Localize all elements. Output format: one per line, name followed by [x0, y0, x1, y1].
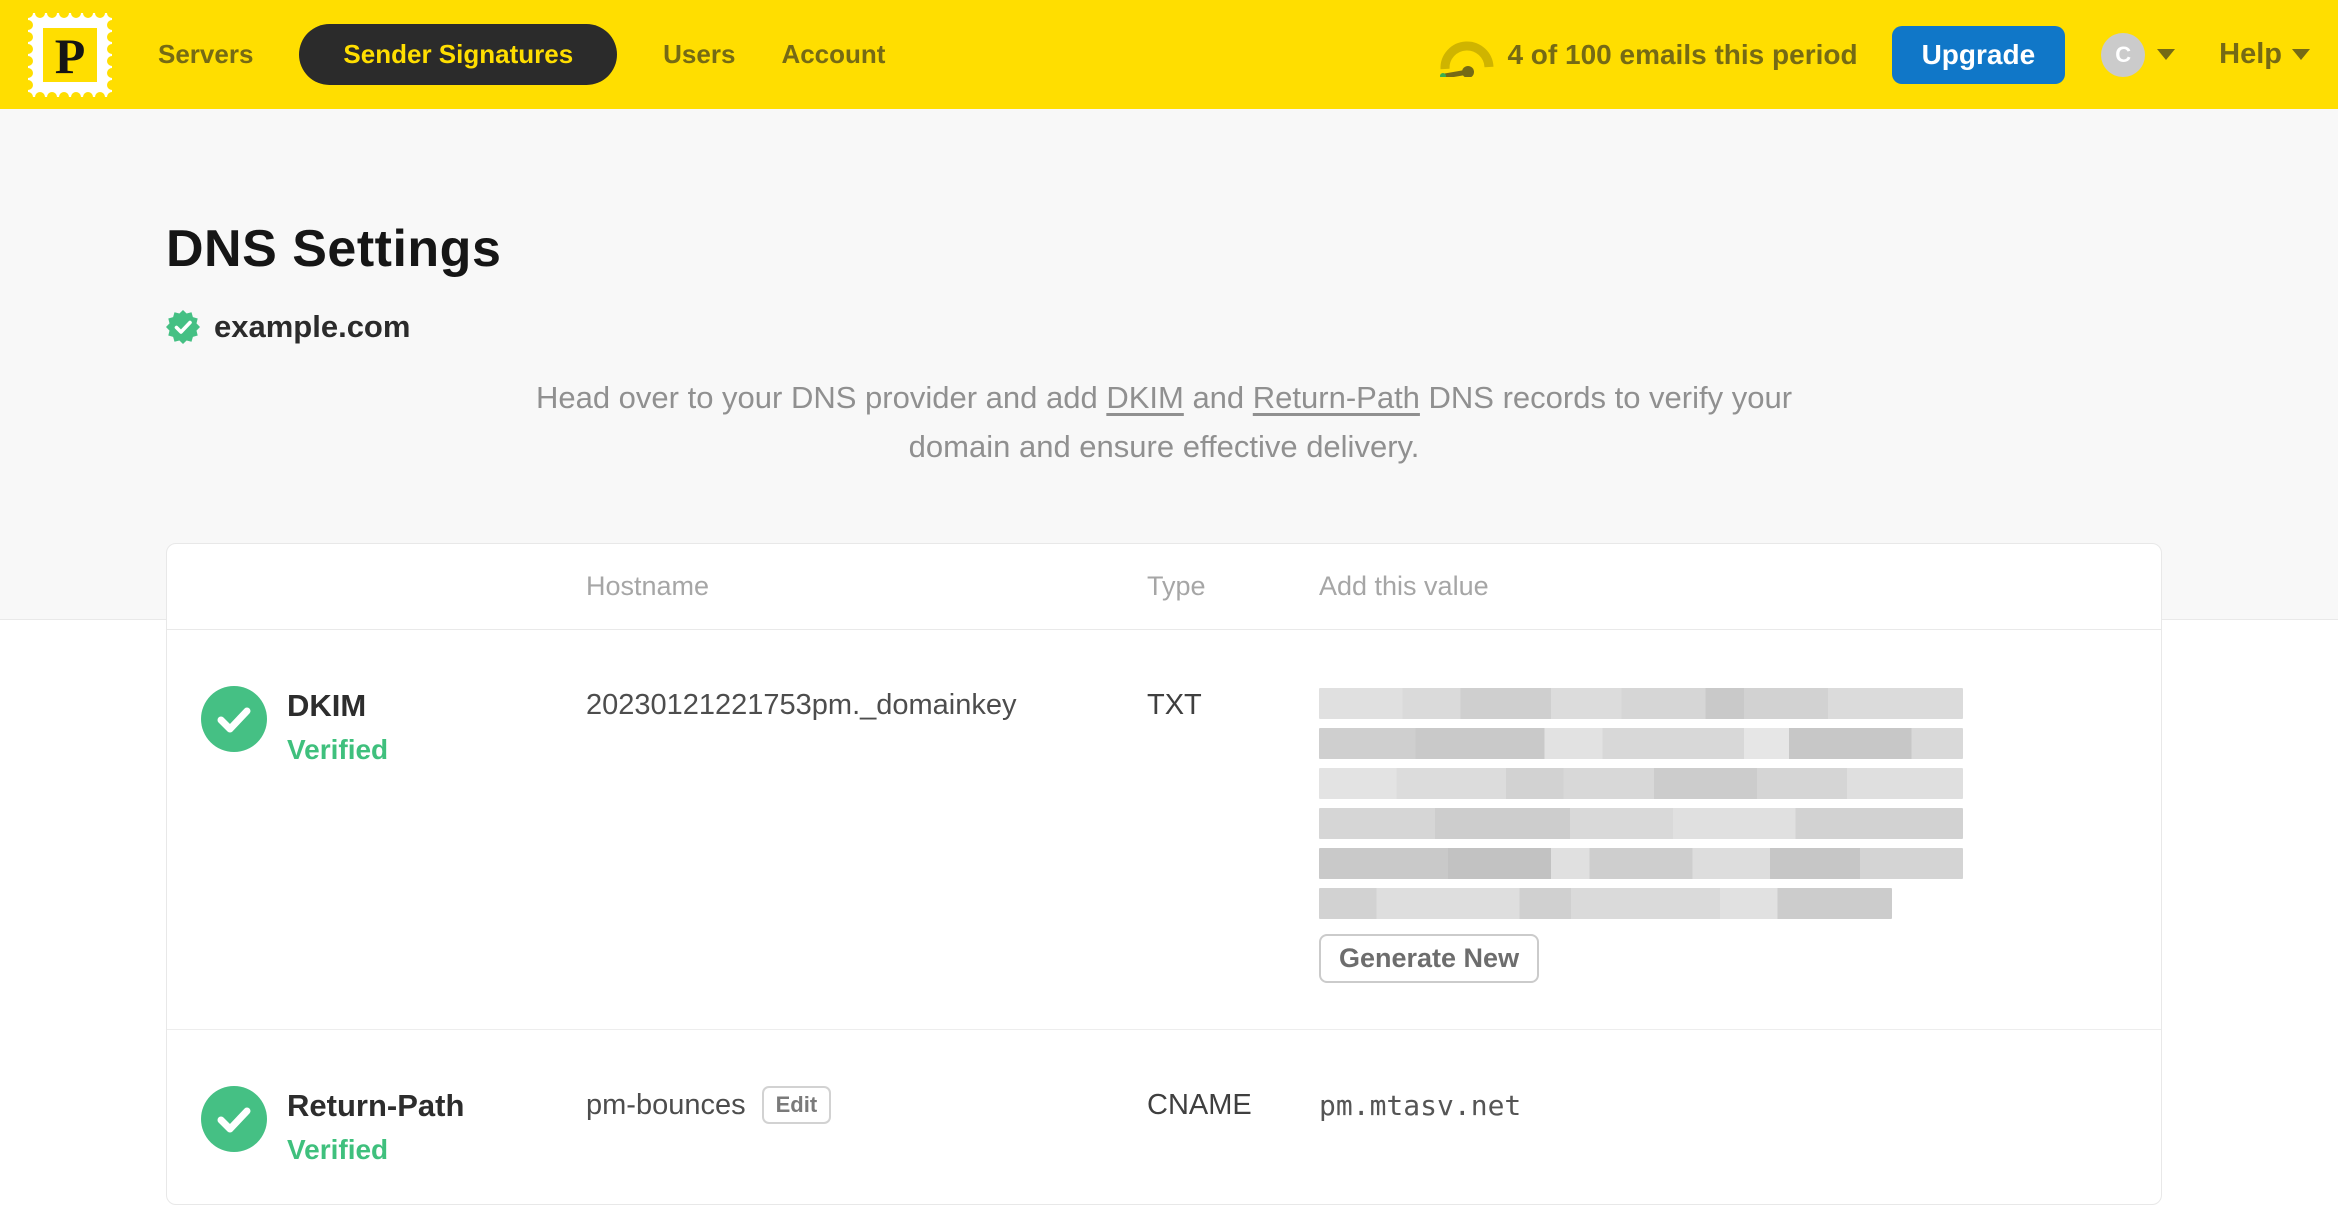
column-header-type: Type [1147, 571, 1206, 601]
dkim-status-cell: DKIM Verified [167, 686, 586, 983]
column-header-add-this-value: Add this value [1319, 571, 1489, 601]
verified-domain: example.com [166, 309, 2162, 345]
chevron-down-icon [2292, 49, 2310, 60]
return-path-type: CNAME [1147, 1089, 1252, 1121]
dkim-value-cell: Generate New [1319, 686, 2161, 983]
hostname-value: pm-bounces [586, 1089, 746, 1121]
usage-gauge-icon [1440, 41, 1494, 77]
redacted-line [1319, 808, 1963, 839]
record-name: DKIM [287, 688, 367, 723]
dns-settings-page: DNS Settings example.com Head over to yo… [166, 219, 2162, 1205]
redacted-line [1319, 728, 1963, 759]
table-row-return-path: Return-Path Verified pm-bounces Edit CNA… [167, 1029, 2161, 1204]
avatar: C [2101, 32, 2146, 77]
top-navigation-bar: P Servers Sender Signatures Users Accoun… [0, 0, 2338, 109]
status-badge: Verified [287, 1134, 389, 1165]
redacted-line [1319, 768, 1963, 799]
help-menu[interactable]: Help [2219, 38, 2310, 71]
redacted-line [1319, 688, 1963, 719]
nav-item-users[interactable]: Users [663, 39, 735, 70]
dkim-status-text: DKIM Verified [287, 686, 388, 766]
nav-item-sender-signatures[interactable]: Sender Signatures [299, 24, 618, 85]
nav-item-servers[interactable]: Servers [158, 39, 253, 70]
domain-name: example.com [214, 309, 411, 344]
nav-item-account[interactable]: Account [781, 39, 885, 70]
return-path-status-cell: Return-Path Verified [167, 1086, 586, 1166]
usage-text: 4 of 100 emails this period [1507, 38, 1858, 70]
topbar-right-group: 4 of 100 emails this period Upgrade C He… [1437, 25, 2310, 84]
hostname-value: 20230121221753pm._domainkey [586, 689, 1017, 721]
account-menu[interactable]: C [2101, 32, 2176, 77]
help-label: Help [2219, 38, 2282, 70]
intro-part2: and [1183, 380, 1253, 415]
table-header-row: Hostname Type Add this value [167, 544, 2161, 630]
chevron-down-icon [2157, 49, 2176, 60]
return-path-hostname: pm-bounces Edit [586, 1086, 1147, 1166]
record-name: Return-Path [287, 1088, 465, 1123]
upgrade-button[interactable]: Upgrade [1891, 25, 2066, 84]
dkim-type: TXT [1147, 689, 1202, 721]
verified-check-icon [201, 1086, 267, 1152]
table-row-dkim: DKIM Verified 20230121221753pm._domainke… [167, 630, 2161, 1029]
dkim-hostname: 20230121221753pm._domainkey [586, 686, 1147, 983]
generate-new-button[interactable]: Generate New [1319, 934, 1540, 983]
intro-part1: Head over to your DNS provider and add [535, 380, 1107, 415]
dkim-link[interactable]: DKIM [1106, 380, 1184, 415]
verified-check-icon [201, 686, 267, 752]
main-nav: Servers Sender Signatures Users Account [158, 24, 885, 85]
verified-seal-icon [166, 310, 200, 344]
svg-text:P: P [55, 28, 86, 84]
intro-text: Head over to your DNS provider and add D… [504, 373, 1824, 471]
redacted-line [1319, 848, 1963, 879]
dns-records-card: Hostname Type Add this value DKIM Verifi… [166, 543, 2162, 1205]
column-header-hostname: Hostname [586, 571, 710, 601]
edit-button[interactable]: Edit [761, 1086, 832, 1124]
status-badge: Verified [287, 734, 389, 765]
redacted-dkim-value [1319, 688, 1963, 919]
return-path-status-text: Return-Path Verified [287, 1086, 464, 1166]
usage-indicator[interactable]: 4 of 100 emails this period [1437, 33, 1858, 77]
return-path-value: pm.mtasv.net [1319, 1089, 1522, 1122]
postmark-logo-icon[interactable]: P [28, 12, 112, 97]
redacted-line [1319, 888, 1893, 919]
return-path-link[interactable]: Return-Path [1253, 380, 1420, 415]
page-title: DNS Settings [166, 220, 502, 278]
